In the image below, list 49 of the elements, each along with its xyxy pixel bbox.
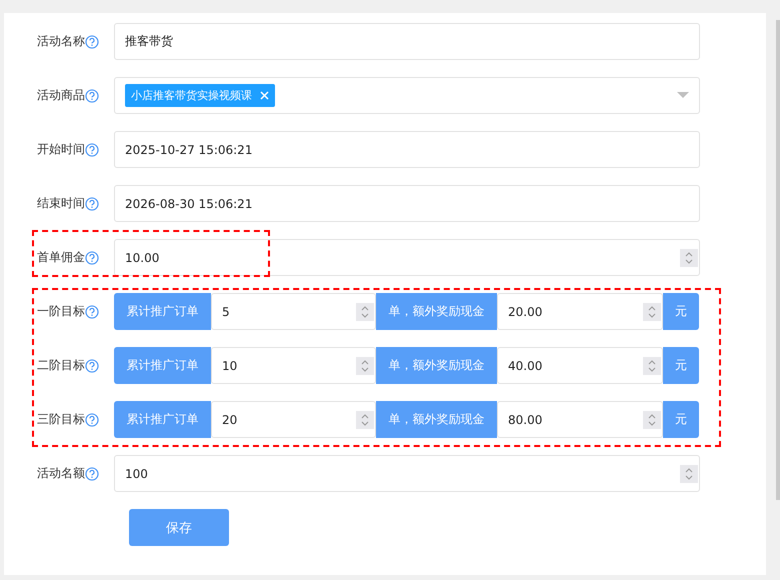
help-icon[interactable]	[85, 250, 99, 264]
spinner-icon[interactable]	[680, 464, 698, 482]
prefix-label: 累计推广订单	[114, 293, 211, 330]
help-icon[interactable]	[85, 304, 99, 318]
spinner-icon[interactable]	[680, 248, 698, 266]
help-icon[interactable]	[85, 34, 99, 48]
field-label: 活动商品	[37, 87, 85, 104]
middle-label: 单，额外奖励现金	[376, 347, 497, 384]
help-icon[interactable]	[85, 358, 99, 372]
prefix-label: 累计推广订单	[114, 401, 211, 438]
dropdown-caret-icon[interactable]	[677, 92, 689, 99]
help-icon[interactable]	[85, 412, 99, 426]
spinner-icon[interactable]	[356, 410, 374, 428]
order-count-field[interactable]: 10	[211, 347, 376, 384]
reward-amount-field[interactable]: 80.00	[497, 401, 663, 438]
field-label: 活动名额	[37, 465, 85, 482]
reward-amount-field[interactable]: 40.00	[497, 347, 663, 384]
prefix-label: 累计推广订单	[114, 347, 211, 384]
help-icon[interactable]	[85, 196, 99, 210]
text-field[interactable]: 2026-08-30 15:06:21	[114, 185, 700, 222]
order-count-field[interactable]: 5	[211, 293, 376, 330]
text-field[interactable]: 推客带货	[114, 23, 700, 60]
middle-label: 单，额外奖励现金	[376, 401, 497, 438]
help-icon[interactable]	[85, 88, 99, 102]
field-label: 首单佣金	[37, 249, 85, 266]
spinner-icon[interactable]	[643, 410, 661, 428]
number-field[interactable]: 100	[114, 455, 700, 492]
spinner-icon[interactable]	[643, 356, 661, 374]
close-icon[interactable]	[260, 91, 269, 100]
field-label: 开始时间	[37, 141, 85, 158]
field-label: 结束时间	[37, 195, 85, 212]
field-label: 一阶目标	[37, 303, 85, 320]
help-icon[interactable]	[85, 466, 99, 480]
field-label: 二阶目标	[37, 357, 85, 374]
spinner-icon[interactable]	[643, 302, 661, 320]
product-tag: 小店推客带货实操视频课	[125, 84, 275, 107]
help-icon[interactable]	[85, 142, 99, 156]
number-field[interactable]: 10.00	[114, 239, 700, 276]
order-count-field[interactable]: 20	[211, 401, 376, 438]
field-label: 三阶目标	[37, 411, 85, 428]
spinner-icon[interactable]	[356, 302, 374, 320]
text-field[interactable]: 2025-10-27 15:06:21	[114, 131, 700, 168]
unit-label: 元	[663, 293, 699, 330]
reward-amount-field[interactable]: 20.00	[497, 293, 663, 330]
field-label: 活动名称	[37, 33, 85, 50]
spinner-icon[interactable]	[356, 356, 374, 374]
unit-label: 元	[663, 347, 699, 384]
unit-label: 元	[663, 401, 699, 438]
middle-label: 单，额外奖励现金	[376, 293, 497, 330]
